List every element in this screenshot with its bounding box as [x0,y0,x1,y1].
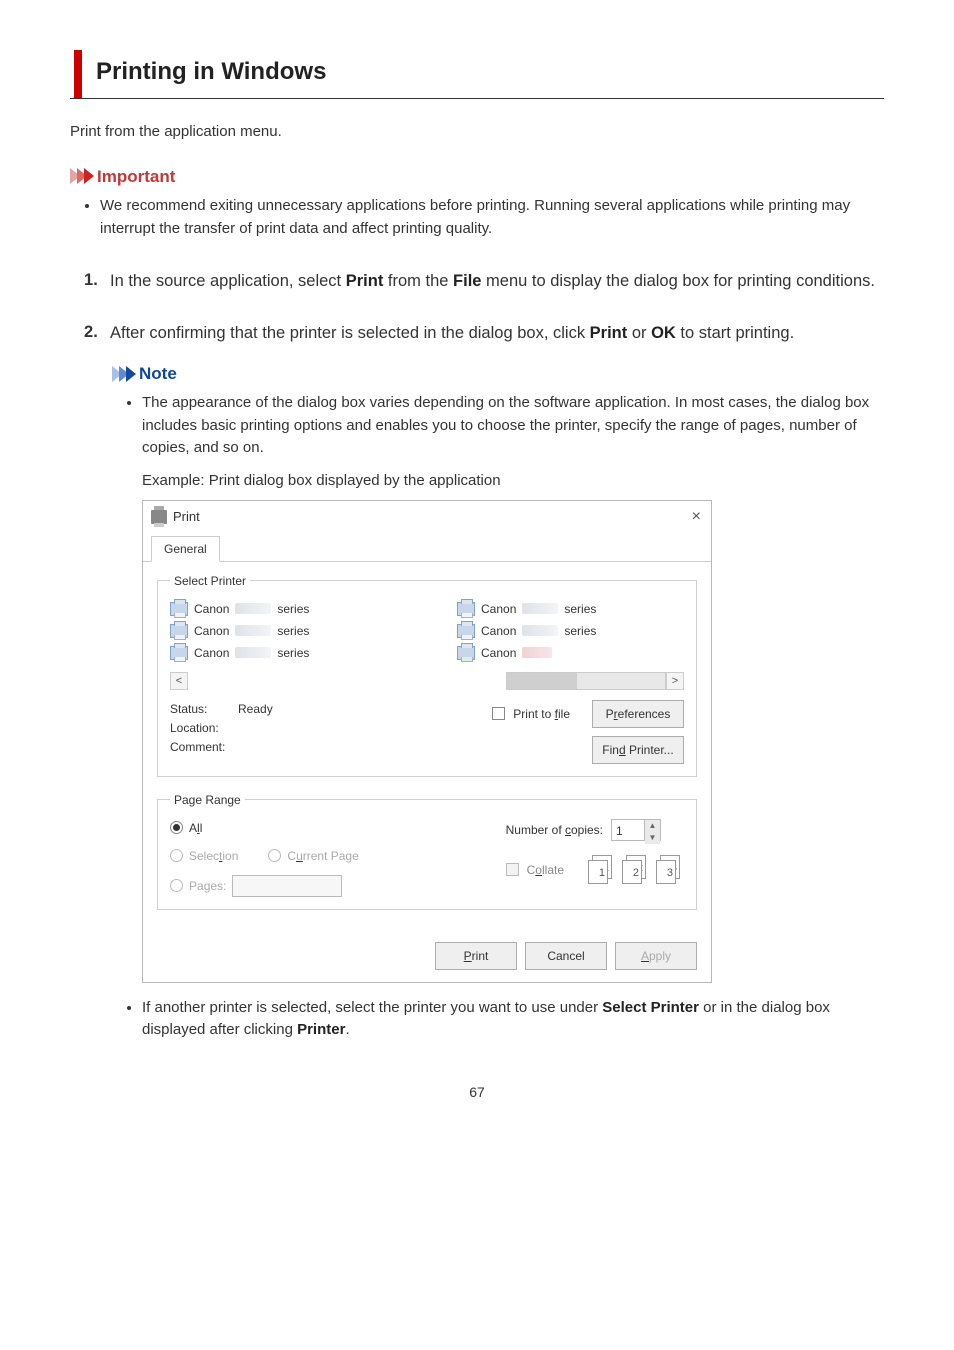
note2-printer: Printer [297,1021,345,1038]
chevron-icon [70,168,91,184]
page-range-legend: Page Range [170,791,245,809]
important-list: We recommend exiting unnecessary applica… [70,195,884,240]
printer-item[interactable]: Canon series [457,600,684,618]
tab-general[interactable]: General [151,536,220,562]
step2-post: to start printing. [676,324,794,342]
step-1: In the source application, select Print … [84,268,884,294]
spin-up-icon[interactable]: ▲ [645,820,660,832]
printer-item[interactable]: Canon series [170,644,397,662]
apply-button: Apply [615,942,697,970]
example-caption: Example: Print dialog box displayed by t… [142,470,884,493]
important-header: Important [70,164,884,190]
note-label: Note [139,361,177,387]
print-button[interactable]: Print [435,942,517,970]
note2-post: . [345,1021,349,1038]
radio-icon [170,879,183,892]
radio-selection: Selection [170,847,238,865]
note-header: Note [112,361,884,387]
pages-field [232,875,342,897]
title-block: Printing in Windows [70,50,884,99]
printer-icon [457,624,475,638]
printer-icon [170,646,188,660]
select-printer-legend: Select Printer [170,572,250,590]
step1-post: menu to display the dialog box for print… [481,272,875,290]
important-label: Important [97,164,175,190]
step2-mid: or [627,324,651,342]
scroll-left-button[interactable]: < [170,672,188,690]
printer-icon [170,602,188,616]
dialog-title: Print [173,507,200,527]
step2-ok: OK [651,324,676,342]
important-bullet: We recommend exiting unnecessary applica… [100,195,884,240]
step1-mid: from the [383,272,453,290]
find-printer-button[interactable]: Find Printer... [592,736,684,764]
spin-down-icon[interactable]: ▼ [645,832,660,844]
location-label: Location: [170,719,238,738]
page-title: Printing in Windows [96,54,870,90]
note2-select-printer: Select Printer [602,999,699,1016]
radio-icon [170,849,183,862]
note1-text: The appearance of the dialog box varies … [142,394,869,456]
comment-label: Comment: [170,738,238,757]
print-to-file-label: Print to file [513,705,570,723]
printer-icon [457,602,475,616]
select-printer-group: Select Printer Canon series Canon series… [157,572,697,777]
close-icon[interactable]: × [692,509,701,525]
copies-stepper[interactable]: 1 ▲▼ [611,819,661,841]
collate-label: Collate [527,861,564,879]
radio-current-page: Current Page [268,847,358,865]
page-number: 67 [70,1082,884,1103]
collate-checkbox [506,863,519,876]
print-to-file-checkbox[interactable] [492,707,505,720]
printer-icon [151,510,167,524]
collate-icon: 11 22 33 [588,855,684,885]
printer-icon [170,624,188,638]
printer-item[interactable]: Canon series [170,600,397,618]
radio-icon[interactable] [170,821,183,834]
scroll-right-button[interactable]: > [666,672,684,690]
note2-pre: If another printer is selected, select t… [142,999,602,1016]
cancel-button[interactable]: Cancel [525,942,607,970]
printer-item[interactable]: Canon series [457,622,684,640]
printer-item[interactable]: Canon series [170,622,397,640]
step1-file: File [453,272,481,290]
printer-list[interactable]: Canon series Canon series Canon series C… [170,600,684,662]
radio-icon [268,849,281,862]
radio-pages: Pages: [170,875,359,897]
copies-value[interactable]: 1 [612,820,644,840]
note-item-2: If another printer is selected, select t… [142,997,884,1042]
step1-pre: In the source application, select [110,272,346,290]
step1-print: Print [346,272,384,290]
preferences-button[interactable]: Preferences [592,700,684,728]
note-item-1: The appearance of the dialog box varies … [142,392,884,983]
status-label: Status: [170,700,238,719]
printer-item[interactable]: Canon [457,644,684,662]
copies-label: Number of copies: [506,821,603,839]
step-2: After confirming that the printer is sel… [84,320,884,1041]
scrollbar[interactable] [506,672,666,690]
print-dialog: Print × General Select Printer Canon s [142,500,712,983]
printer-default-icon [457,646,475,660]
chevron-icon [112,366,133,382]
radio-all[interactable]: All [170,819,359,837]
step2-pre: After confirming that the printer is sel… [110,324,590,342]
page-range-group: Page Range All [157,791,697,910]
step2-print: Print [590,324,628,342]
intro-text: Print from the application menu. [70,121,884,144]
status-value: Ready [238,702,273,716]
